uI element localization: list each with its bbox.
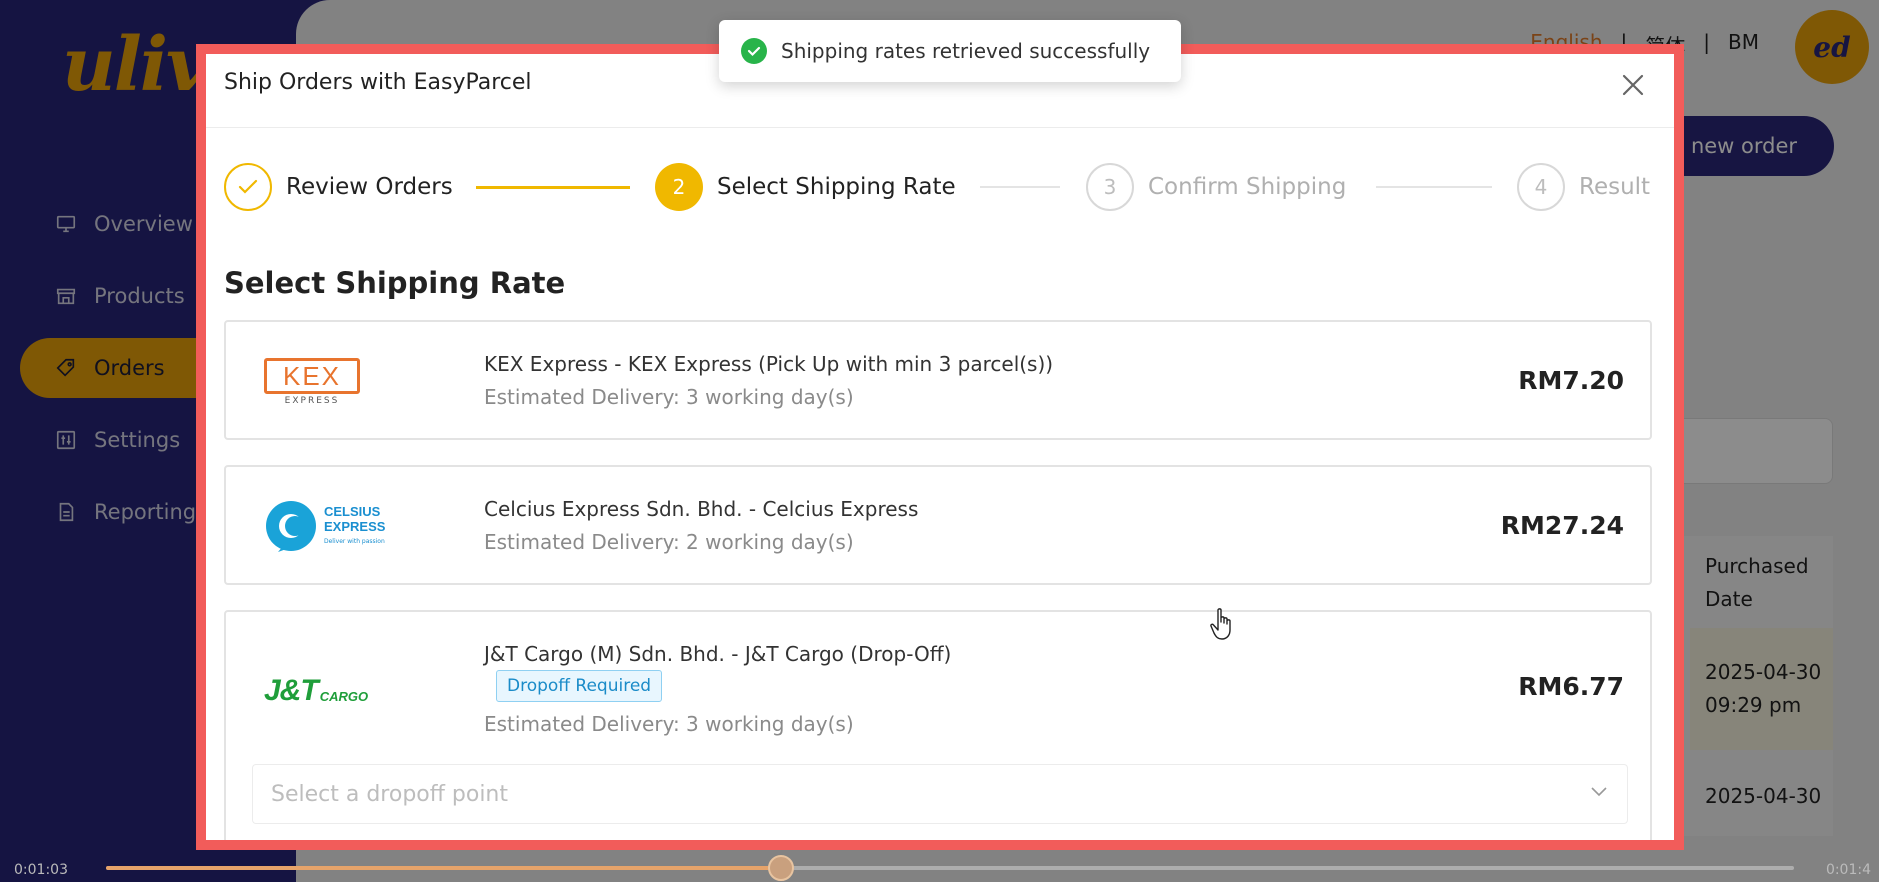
ship-orders-modal: Ship Orders with EasyParcel Review Order…	[196, 44, 1684, 844]
modal-title: Ship Orders with EasyParcel	[224, 70, 532, 95]
rate-name: KEX Express - KEX Express (Pick Up with …	[484, 352, 1054, 376]
rate-option-celsius[interactable]: CELSIUS EXPRESS Deliver with passion Cel…	[224, 465, 1652, 585]
step-number: 2	[655, 163, 703, 211]
video-progress-fill	[106, 866, 782, 870]
step-confirm-shipping: 3 Confirm Shipping	[1086, 162, 1346, 212]
rate-option-kex[interactable]: KEX EXPRESS KEX Express - KEX Express (P…	[224, 320, 1652, 440]
dropoff-point-select[interactable]: Select a dropoff point	[252, 764, 1628, 824]
toast-message: Shipping rates retrieved successfully	[781, 39, 1151, 63]
kex-express-logo: KEX EXPRESS	[264, 358, 360, 406]
step-label: Select Shipping Rate	[717, 174, 956, 200]
step-select-shipping-rate: 2 Select Shipping Rate	[655, 162, 956, 212]
step-label: Result	[1579, 174, 1651, 200]
step-result: 4 Result	[1517, 162, 1650, 212]
rate-price: RM6.77	[1518, 672, 1624, 701]
step-review-orders: Review Orders	[224, 162, 453, 212]
close-button[interactable]	[1616, 68, 1650, 102]
rate-name: Celcius Express Sdn. Bhd. - Celcius Expr…	[484, 497, 919, 521]
video-progress-bar[interactable]: 0:01:03 0:01:4	[0, 854, 1879, 882]
dropoff-required-badge: Dropoff Required	[496, 670, 663, 702]
hand-cursor-icon	[1210, 608, 1231, 640]
celsius-logo-mark	[266, 501, 316, 552]
rate-eta: Estimated Delivery: 3 working day(s)	[484, 385, 854, 409]
video-current-time: 0:01:03	[14, 862, 68, 878]
step-connector	[476, 186, 630, 189]
video-scrubber-handle[interactable]	[768, 855, 795, 881]
stepper: Review Orders 2 Select Shipping Rate 3 C…	[224, 162, 1656, 212]
dropoff-placeholder: Select a dropoff point	[271, 781, 509, 807]
video-track[interactable]	[106, 855, 1794, 881]
step-label: Review Orders	[286, 174, 453, 200]
rate-price: RM7.20	[1518, 366, 1624, 395]
rate-price: RM27.24	[1500, 511, 1624, 540]
rate-option-jnt-cargo[interactable]: J&T CARGO J&T Cargo (M) Sdn. Bhd. - J&T …	[224, 610, 1652, 844]
rate-eta: Estimated Delivery: 2 working day(s)	[484, 530, 854, 554]
step-connector	[1376, 186, 1492, 188]
success-toast: Shipping rates retrieved successfully	[719, 20, 1181, 82]
video-total-time: 0:01:4	[1825, 862, 1871, 878]
close-icon[interactable]	[1622, 74, 1644, 96]
chevron-down-icon	[1591, 787, 1607, 797]
check-circle-icon	[741, 38, 767, 64]
check-icon	[224, 163, 272, 211]
rate-name: J&T Cargo (M) Sdn. Bhd. - J&T Cargo (Dro…	[484, 642, 952, 666]
step-label: Confirm Shipping	[1148, 174, 1347, 200]
celsius-express-logo: CELSIUS EXPRESS Deliver with passion	[264, 499, 385, 553]
step-number: 4	[1517, 163, 1565, 211]
section-title: Select Shipping Rate	[224, 266, 566, 300]
jnt-cargo-logo: J&T CARGO	[264, 674, 369, 707]
step-number: 3	[1086, 163, 1134, 211]
rate-eta: Estimated Delivery: 3 working day(s)	[484, 712, 854, 736]
step-connector	[980, 186, 1060, 188]
